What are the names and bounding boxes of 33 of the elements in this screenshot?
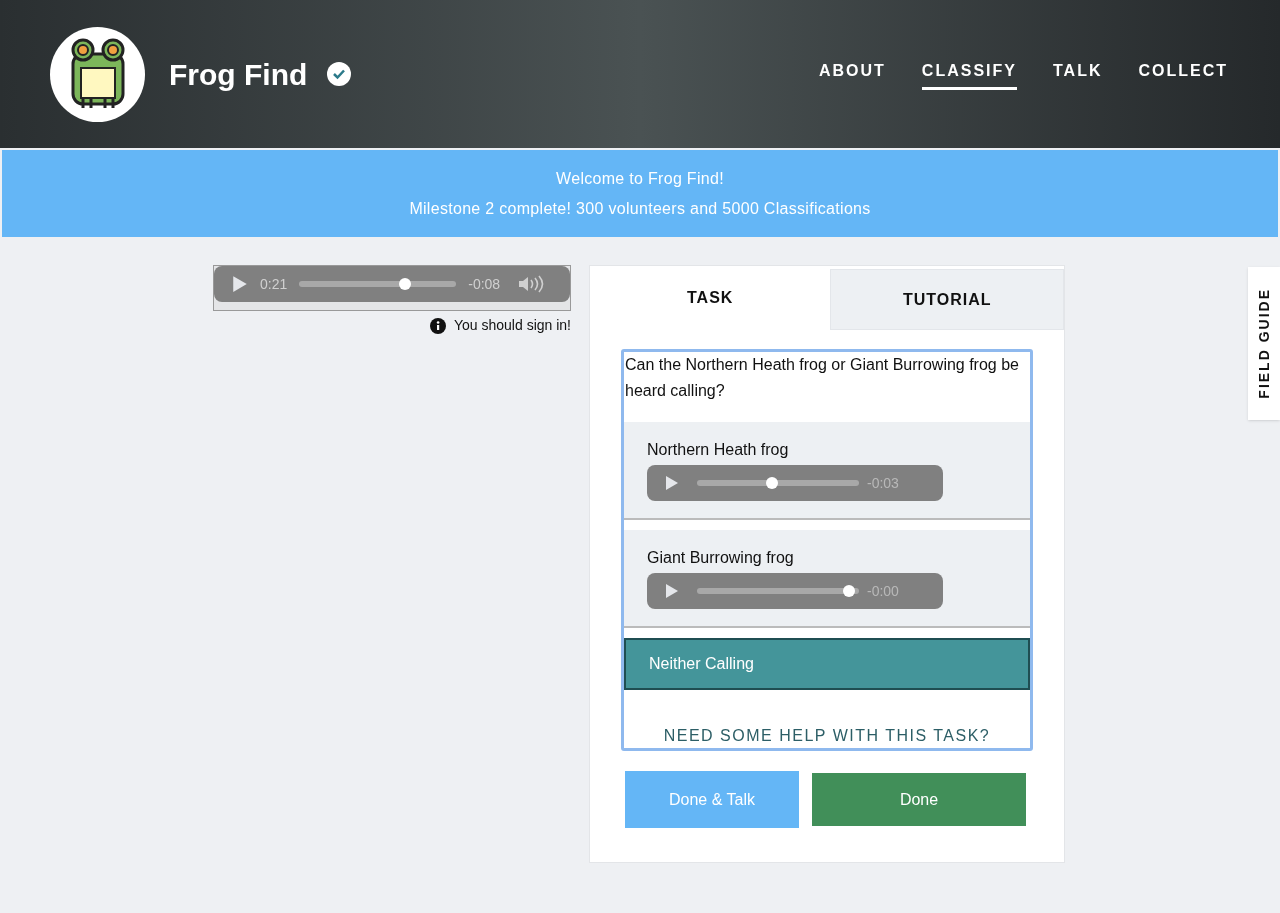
field-guide-tab[interactable]: FIELD GUIDE — [1248, 267, 1280, 420]
answer-label: Northern Heath frog — [647, 440, 790, 460]
help-link[interactable]: NEED SOME HELP WITH THIS TASK? — [624, 724, 1030, 748]
seek-thumb[interactable] — [766, 477, 778, 489]
nav-link[interactable]: ABOUT — [818, 58, 886, 90]
sign-in-notice: You should sign in! — [453, 316, 571, 335]
done-button[interactable]: Done — [812, 773, 1026, 826]
answer-option[interactable]: Giant Burrowing frog -0:00 — [624, 530, 1030, 628]
play-icon[interactable] — [232, 275, 248, 293]
remaining-time: -0:03 — [867, 473, 899, 493]
seek-track[interactable] — [697, 588, 859, 594]
info-icon — [429, 317, 446, 334]
project-title: Frog Find — [169, 56, 308, 93]
remaining-time: -0:00 — [867, 581, 899, 601]
nav-link[interactable]: COLLECT — [1138, 58, 1228, 90]
volume-icon[interactable] — [518, 275, 545, 293]
elapsed-time: 0:21 — [260, 274, 288, 294]
seek-track[interactable] — [697, 480, 859, 486]
play-icon[interactable] — [665, 475, 679, 491]
tab[interactable]: TUTORIAL — [830, 269, 1064, 330]
verified-icon — [327, 62, 352, 86]
nav-link[interactable]: TALK — [1053, 58, 1103, 90]
banner-text: Welcome to Frog Find! — [556, 168, 724, 189]
seek-thumb[interactable] — [842, 585, 855, 597]
remaining-time: -0:08 — [468, 274, 501, 294]
play-icon[interactable] — [665, 583, 679, 599]
answer-label: Giant Burrowing frog — [647, 548, 795, 568]
answer-option[interactable]: Northern Heath frog -0:03 — [624, 422, 1030, 520]
seek-thumb[interactable] — [399, 278, 412, 290]
question-text: Can the Northern Heath frog or Giant Burrowing frog be heard calling? — [624, 355, 1020, 401]
banner-text: Milestone 2 complete! 300 volunteers and 5000 Classifications — [409, 198, 871, 219]
seek-track[interactable] — [299, 281, 457, 287]
nav-link[interactable]: CLASSIFY — [921, 58, 1017, 90]
